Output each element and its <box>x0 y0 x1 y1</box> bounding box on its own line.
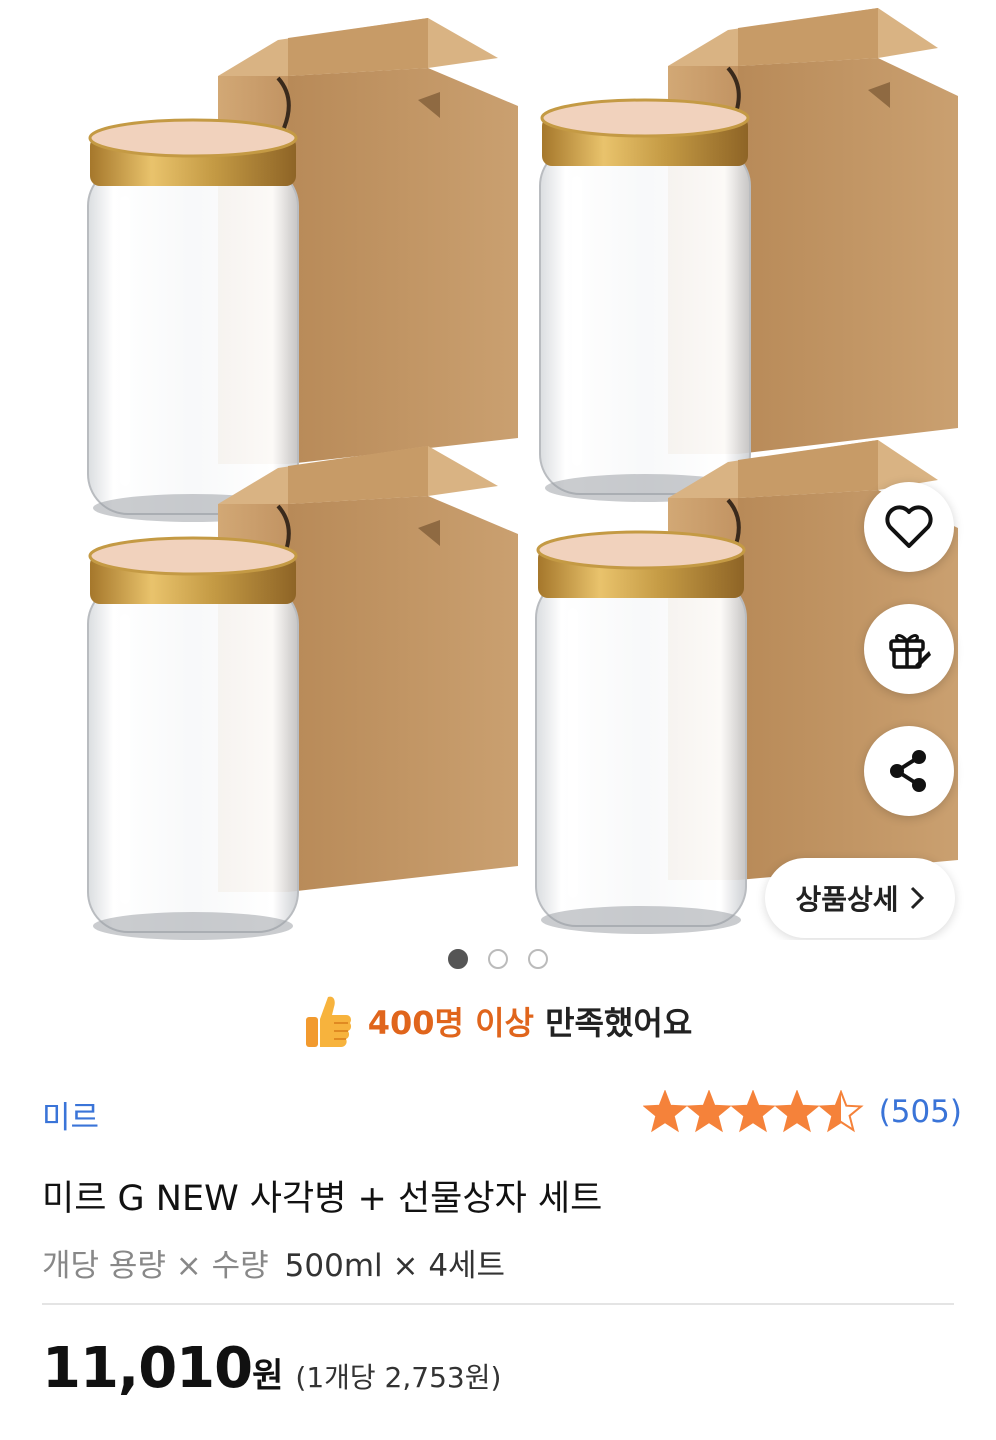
glass-jar <box>535 530 747 934</box>
divider <box>42 1303 954 1305</box>
satisfaction-banner: 400명 이상 만족했어요 <box>0 988 996 1054</box>
chevron-right-icon <box>910 886 924 910</box>
spec-label: 개당 용량 × 수량 <box>42 1248 269 1284</box>
product-detail-label: 상품상세 <box>795 883 899 916</box>
glass-jar <box>539 98 751 502</box>
star-rating <box>642 1090 864 1133</box>
satisfaction-count: 400명 이상 <box>367 1004 534 1042</box>
price-row: 11,010 원 (1개당 2,753원) <box>42 1336 501 1401</box>
carousel-pager <box>0 949 996 969</box>
satisfaction-text: 만족했어요 <box>533 1004 693 1042</box>
review-count[interactable]: (505) <box>879 1094 962 1130</box>
price-value: 11,010 <box>42 1336 253 1401</box>
star-icon <box>686 1090 732 1133</box>
price-unit: 원 <box>252 1356 284 1396</box>
wishlist-button[interactable] <box>864 482 954 572</box>
star-icon <box>774 1090 820 1133</box>
share-button[interactable] <box>864 726 954 816</box>
product-title: 미르 G NEW 사각병 + 선물상자 세트 <box>42 1179 603 1219</box>
gift-icon <box>889 634 931 669</box>
product-image-carousel[interactable]: 상품상세 <box>0 0 996 940</box>
glass-jar <box>87 118 299 522</box>
glass-jar <box>87 536 299 940</box>
product-detail-button[interactable]: 상품상세 <box>765 858 955 938</box>
heart-icon <box>885 505 933 548</box>
spec-row: 개당 용량 × 수량 500ml × 4세트 <box>42 1240 505 1285</box>
pager-dot[interactable] <box>528 949 548 969</box>
gift-button[interactable] <box>864 604 954 694</box>
share-icon <box>890 750 926 792</box>
thumbs-up-icon <box>305 996 351 1047</box>
product-image <box>87 8 958 940</box>
rating-summary[interactable]: (505) <box>642 1090 962 1134</box>
unit-price: (1개당 2,753원) <box>295 1361 502 1394</box>
pager-dot[interactable] <box>488 949 508 969</box>
star-icon <box>730 1090 776 1133</box>
brand-link[interactable]: 미르 <box>42 1092 99 1137</box>
star-icon <box>642 1090 688 1133</box>
pager-dot-active[interactable] <box>448 949 468 969</box>
spec-value: 500ml × 4세트 <box>284 1248 506 1284</box>
